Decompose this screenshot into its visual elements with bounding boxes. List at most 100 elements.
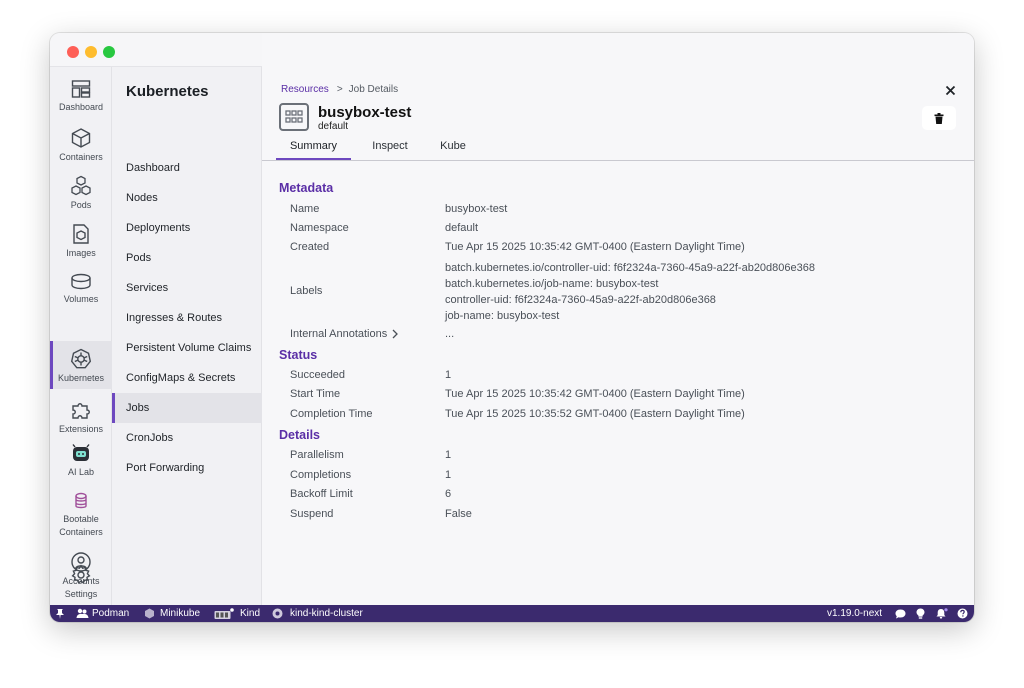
kubernetes-subnav: Kubernetes Dashboard Nodes Deployments P… — [112, 67, 262, 605]
rail-item-kubernetes[interactable]: Kubernetes — [50, 341, 112, 389]
image-icon — [73, 224, 89, 244]
tab-kube[interactable]: Kube — [428, 137, 478, 161]
podman-label: Podman — [92, 608, 130, 619]
subnav-title: Kubernetes — [126, 83, 209, 100]
rail-item-label: Dashboard — [58, 102, 104, 112]
rail-item-extensions[interactable]: Extensions — [50, 395, 112, 439]
field-start-time-label: Start Time — [290, 388, 341, 400]
job-details-panel: Resources > Job Details busybox-test defau… — [262, 33, 974, 605]
label-entry: controller-uid: f6f2324a-7360-45a9-a22f-… — [445, 294, 716, 306]
icon-rail: Dashboard Containers Pods Images Volumes… — [50, 67, 112, 605]
help-button[interactable] — [957, 605, 971, 622]
ai-lab-icon — [72, 444, 90, 461]
minimize-window-button[interactable] — [85, 46, 97, 58]
field-name-label: Name — [290, 203, 320, 215]
field-created-value: Tue Apr 15 2025 10:35:42 GMT-0400 (Easte… — [445, 241, 745, 253]
rail-item-label: Kubernetes — [57, 373, 105, 383]
pin-icon — [56, 608, 64, 619]
field-start-time-value: Tue Apr 15 2025 10:35:42 GMT-0400 (Easte… — [445, 388, 745, 400]
field-backoff-limit-label: Backoff Limit — [290, 488, 353, 500]
section-metadata: Metadata — [279, 181, 334, 195]
help-icon — [957, 608, 968, 619]
tab-inspect[interactable]: Inspect — [360, 137, 420, 161]
field-succeeded-label: Succeeded — [290, 369, 346, 381]
breadcrumb-separator: > — [336, 84, 343, 95]
feedback-button[interactable] — [895, 605, 909, 622]
subnav-item-port-forwarding[interactable]: Port Forwarding — [112, 453, 262, 483]
subnav-item-nodes[interactable]: Nodes — [112, 183, 262, 213]
version-label[interactable]: v1.19.0-next — [827, 605, 882, 622]
subnav-item-dashboard[interactable]: Dashboard — [112, 153, 262, 183]
podman-status[interactable]: Podman — [76, 605, 129, 622]
rail-item-volumes[interactable]: Volumes — [50, 265, 112, 309]
minikube-status[interactable]: Minikube — [144, 605, 200, 622]
label-entry: batch.kubernetes.io/job-name: busybox-te… — [445, 278, 659, 290]
subnav-item-ingresses-routes[interactable]: Ingresses & Routes — [112, 303, 262, 333]
zoom-window-button[interactable] — [103, 46, 115, 58]
pin-button[interactable] — [56, 605, 67, 622]
field-succeeded-value: 1 — [445, 369, 452, 381]
tips-button[interactable] — [916, 605, 928, 622]
field-completion-time-value: Tue Apr 15 2025 10:35:52 GMT-0400 (Easte… — [445, 408, 745, 420]
dashboard-icon — [71, 80, 91, 98]
rail-item-images[interactable]: Images — [50, 217, 112, 261]
field-annotations-value: ... — [445, 328, 455, 340]
cluster-context[interactable]: kind-kind-cluster — [272, 605, 363, 622]
rail-item-pods[interactable]: Pods — [50, 169, 112, 213]
close-icon[interactable] — [945, 83, 956, 101]
section-details: Details — [279, 428, 320, 442]
field-namespace-label: Namespace — [290, 222, 349, 234]
subnav-item-configmaps-secrets[interactable]: ConfigMaps & Secrets — [112, 363, 262, 393]
cluster-name: kind-kind-cluster — [290, 608, 363, 619]
lightbulb-icon — [916, 608, 925, 619]
kubernetes-context-icon — [272, 608, 283, 619]
field-completions-label: Completions — [290, 469, 352, 481]
field-parallelism-label: Parallelism — [290, 449, 344, 461]
tab-summary[interactable]: Summary — [276, 137, 351, 161]
subnav-item-cronjobs[interactable]: CronJobs — [112, 423, 262, 453]
breadcrumb-resources-link[interactable]: Resources — [281, 84, 329, 95]
rail-item-label: Bootable Containers — [59, 514, 103, 537]
subnav-item-persistent-volume-claims[interactable]: Persistent Volume Claims — [112, 333, 262, 363]
label-entry: job-name: busybox-test — [445, 310, 560, 322]
trash-icon — [934, 112, 944, 124]
minikube-icon — [145, 608, 154, 619]
delete-button[interactable] — [922, 106, 956, 130]
rail-item-bootable-containers[interactable]: Bootable Containers — [50, 487, 112, 539]
job-title: busybox-test — [318, 104, 412, 121]
internal-annotations-toggle[interactable]: Internal Annotations — [290, 328, 399, 340]
subnav-item-deployments[interactable]: Deployments — [112, 213, 262, 243]
notifications-button[interactable] — [936, 605, 951, 622]
bell-icon — [936, 608, 948, 619]
volume-icon — [71, 273, 91, 290]
tab-divider — [262, 160, 974, 161]
rail-item-dashboard[interactable]: Dashboard — [50, 73, 112, 117]
tab-bar: Summary Inspect Kube — [276, 137, 974, 161]
rail-item-label: AI Lab — [67, 467, 95, 477]
rail-item-label: Settings — [64, 589, 98, 599]
field-suspend-label: Suspend — [290, 508, 334, 520]
rail-item-settings[interactable]: Settings — [50, 562, 112, 602]
subnav-item-services[interactable]: Services — [112, 273, 262, 303]
rail-item-ai-lab[interactable]: AI Lab — [50, 441, 112, 485]
rail-item-label: Extensions — [58, 424, 104, 434]
rail-item-containers[interactable]: Containers — [50, 121, 112, 165]
job-icon — [279, 103, 309, 131]
puzzle-icon — [72, 403, 90, 419]
breadcrumb-current: Job Details — [348, 84, 399, 95]
rail-item-label: Containers — [59, 152, 103, 162]
kind-icon — [214, 607, 234, 619]
gear-icon — [71, 564, 91, 584]
container-icon — [71, 128, 91, 148]
chevron-right-icon — [392, 329, 399, 339]
field-suspend-value: False — [445, 508, 472, 520]
podman-icon — [76, 608, 89, 618]
field-completions-value: 1 — [445, 469, 452, 481]
field-name-value: busybox-test — [445, 203, 508, 215]
subnav-item-jobs[interactable]: Jobs — [112, 393, 262, 423]
status-bar: Podman Minikube Kind kind-kind-cluster v… — [50, 605, 974, 622]
close-window-button[interactable] — [67, 46, 79, 58]
subnav-item-pods[interactable]: Pods — [112, 243, 262, 273]
kind-status[interactable]: Kind — [214, 605, 260, 622]
section-status: Status — [279, 348, 318, 362]
